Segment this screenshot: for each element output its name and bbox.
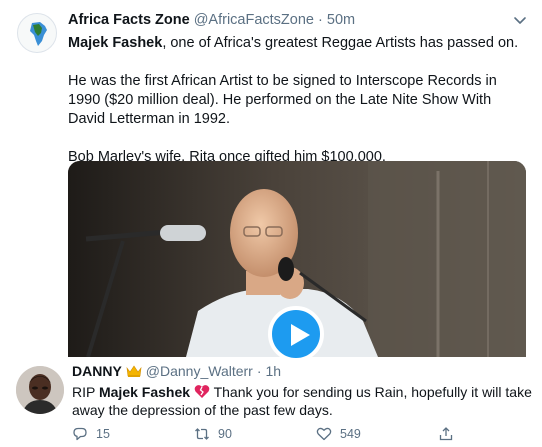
tweet-time[interactable]: 50m [327,12,355,28]
share-action[interactable] [438,426,454,442]
action-bar: 15 90 549 [72,426,492,444]
reply-action[interactable]: 15 [72,426,110,442]
africa-map-icon [30,22,47,46]
author-handle[interactable]: @Danny_Walterr [146,363,253,379]
like-count: 549 [340,427,361,441]
reply-tweet-card[interactable]: DANNY @Danny_Walterr · 1h RIP Majek Fash… [0,356,542,447]
author-name[interactable]: Africa Facts Zone [68,12,190,28]
reply-tweet-header: DANNY @Danny_Walterr · 1h [72,363,281,379]
tweet-time[interactable]: 1h [266,363,282,379]
mention-majek-fashek: Majek Fashek [98,384,191,400]
broken-heart-icon [194,385,210,398]
heart-icon [316,427,332,441]
mention-majek-fashek: Majek Fashek [68,35,163,51]
retweet-count: 90 [218,427,232,441]
separator-dot: · [318,12,323,28]
retweet-icon [195,428,209,440]
tweet-card[interactable]: Africa Facts Zone @AfricaFactsZone · 50m… [0,0,542,357]
rip-prefix: RIP [72,384,99,400]
author-handle[interactable]: @AfricaFactsZone [194,12,314,28]
author-name[interactable]: DANNY [72,363,122,379]
lead-text: , one of Africa's greatest Reggae Artist… [162,35,519,51]
danny-avatar[interactable] [16,366,64,414]
tweet-paragraph-2: He was the first African Artist to be si… [68,73,497,127]
reply-tweet-text: RIP Majek Fashek Thank you for sending u… [72,383,532,419]
chevron-down-icon[interactable] [512,12,528,28]
reply-count: 15 [96,427,110,441]
play-icon [291,324,310,346]
reply-icon [73,427,87,441]
crown-icon [126,365,142,377]
africa-facts-zone-avatar[interactable] [17,13,57,53]
separator-dot: · [256,363,262,379]
share-icon [439,427,453,441]
profile-photo [16,366,64,414]
play-button[interactable] [268,306,324,362]
like-action[interactable]: 549 [316,426,361,442]
tweet-paragraph-1: Majek Fashek, one of Africa's greatest R… [68,34,530,53]
retweet-action[interactable]: 90 [194,426,232,442]
tweet-header: Africa Facts Zone @AfricaFactsZone · 50m [68,12,355,28]
